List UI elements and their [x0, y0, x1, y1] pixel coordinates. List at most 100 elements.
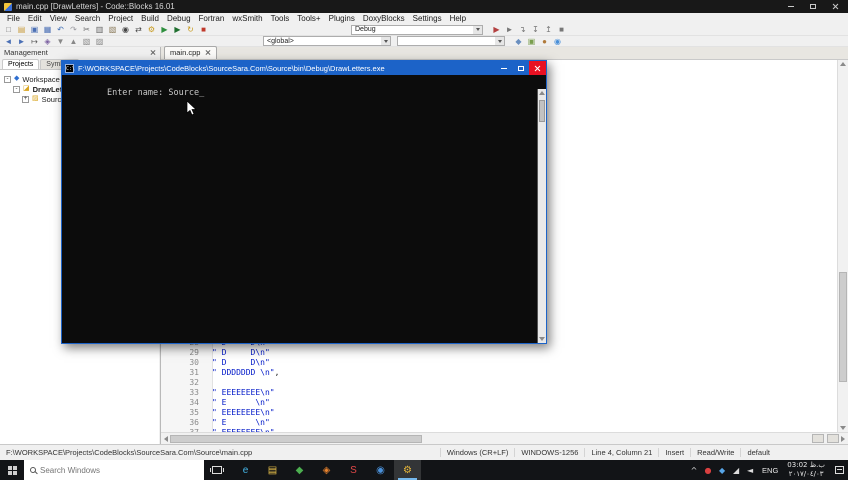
menu-plugins[interactable]: Plugins [325, 14, 359, 23]
menu-doxyblocks[interactable]: DoxyBlocks [359, 14, 409, 23]
scroll-down-icon[interactable] [840, 426, 846, 430]
console-maximize-icon[interactable] [512, 61, 529, 75]
editor-vertical-scrollbar[interactable] [837, 60, 848, 432]
scrollbar-thumb[interactable] [839, 272, 847, 382]
scroll-up-icon[interactable] [840, 62, 846, 66]
save-all-icon[interactable]: ▦ [42, 24, 53, 35]
open-file-icon[interactable]: ▤ [16, 24, 27, 35]
code-line[interactable]: 32 [161, 377, 837, 387]
code-line[interactable]: 34 " E \n" [161, 397, 837, 407]
volume-icon[interactable]: ◄ [743, 466, 757, 475]
maximize-icon[interactable] [806, 2, 820, 12]
menu-tools[interactable]: Tools [267, 14, 294, 23]
editor-split-button[interactable] [827, 434, 839, 443]
menu-edit[interactable]: Edit [24, 14, 46, 23]
run-to-cursor-icon[interactable]: ► [504, 24, 515, 35]
symbol-select[interactable] [397, 36, 505, 46]
console-window[interactable]: C:\ F:\WORKSPACE\Projects\CodeBlocks\Sou… [61, 60, 547, 344]
menu-build[interactable]: Build [137, 14, 163, 23]
menu-view[interactable]: View [46, 14, 71, 23]
console-close-icon[interactable] [529, 61, 546, 75]
uncomment-icon[interactable]: ▨ [94, 36, 105, 47]
info-icon[interactable]: ◉ [552, 36, 563, 47]
comment-icon[interactable]: ▧ [81, 36, 92, 47]
redo-icon[interactable]: ↷ [68, 24, 79, 35]
tab-projects[interactable]: Projects [2, 59, 40, 69]
code-line[interactable]: 31 " DDDDDDD \n" , [161, 367, 837, 377]
tray-shield-icon[interactable]: ◆ [715, 466, 729, 475]
undo-icon[interactable]: ↶ [55, 24, 66, 35]
scope-select[interactable]: <global> [263, 36, 391, 46]
menu-wxsmith[interactable]: wxSmith [228, 14, 266, 23]
save-icon[interactable]: ▣ [29, 24, 40, 35]
cut-icon[interactable]: ✂ [81, 24, 92, 35]
scrollbar-thumb[interactable] [539, 100, 545, 122]
doxyblocks-icon[interactable]: ◆ [513, 36, 524, 47]
taskbar-app-codeblocks[interactable]: ⚙ [394, 460, 421, 480]
find-icon[interactable]: ◉ [120, 24, 131, 35]
scroll-left-icon[interactable] [164, 435, 168, 442]
taskbar-app-file-explorer[interactable]: ▤ [259, 460, 286, 480]
taskbar-search[interactable] [24, 460, 204, 480]
collapse-icon[interactable]: - [13, 85, 20, 93]
replace-icon[interactable]: ⇄ [133, 24, 144, 35]
code-line[interactable]: 35 " EEEEEEEE\n" [161, 407, 837, 417]
build-target-select[interactable]: Debug [351, 24, 483, 35]
taskbar-app-edge[interactable]: e [232, 460, 259, 480]
menu-search[interactable]: Search [71, 14, 104, 23]
forward-icon[interactable]: ► [16, 36, 27, 47]
step-into-icon[interactable]: ↧ [530, 24, 541, 35]
editor-split-button[interactable] [812, 434, 824, 443]
console-minimize-icon[interactable] [495, 61, 512, 75]
language-indicator[interactable]: ENG [758, 466, 782, 475]
tab-main-cpp[interactable]: main.cpp [164, 46, 218, 59]
menu-fortran[interactable]: Fortran [195, 14, 229, 23]
run-icon[interactable]: ▶ [159, 24, 170, 35]
close-icon[interactable] [828, 2, 842, 12]
taskbar-app-blue[interactable]: ◉ [367, 460, 394, 480]
copy-icon[interactable]: ▥ [94, 24, 105, 35]
action-center-button[interactable] [830, 460, 848, 480]
scroll-up-icon[interactable] [539, 91, 545, 95]
new-file-icon[interactable]: □ [3, 24, 14, 35]
scroll-down-icon[interactable] [539, 337, 545, 341]
stop-debugger-icon[interactable]: ■ [556, 24, 567, 35]
console-titlebar[interactable]: C:\ F:\WORKSPACE\Projects\CodeBlocks\Sou… [62, 61, 546, 75]
bookmark-icon[interactable]: ◈ [42, 36, 53, 47]
build-and-run-icon[interactable]: ▶ [172, 24, 183, 35]
menu-help[interactable]: Help [446, 14, 470, 23]
menu-file[interactable]: File [3, 14, 24, 23]
start-button[interactable] [0, 460, 24, 480]
debug-run-icon[interactable]: ▶ [491, 24, 502, 35]
editor-horizontal-scrollbar[interactable] [161, 432, 848, 444]
code-line[interactable]: 33 " EEEEEEEE\n" [161, 387, 837, 397]
menu-debug[interactable]: Debug [163, 14, 195, 23]
back-icon[interactable]: ◄ [3, 36, 14, 47]
scrollbar-thumb[interactable] [170, 434, 422, 443]
collapse-icon[interactable]: - [4, 75, 11, 83]
step-out-icon[interactable]: ↥ [543, 24, 554, 35]
rebuild-icon[interactable]: ↻ [185, 24, 196, 35]
tray-notification-icon[interactable]: ● [701, 466, 715, 475]
code-line[interactable]: 36 " E \n" [161, 417, 837, 427]
search-input[interactable] [40, 465, 198, 475]
minimize-icon[interactable] [784, 2, 798, 12]
build-icon[interactable]: ⚙ [146, 24, 157, 35]
expand-icon[interactable]: + [22, 95, 29, 103]
wxsmith-icon[interactable]: ▣ [526, 36, 537, 47]
unfold-icon[interactable]: ▲ [68, 36, 79, 47]
console-output-area[interactable]: Enter name: Source_ [62, 75, 546, 343]
close-panel-icon[interactable] [150, 50, 156, 56]
scroll-right-icon[interactable] [841, 435, 845, 442]
close-tab-icon[interactable] [205, 50, 211, 56]
taskbar-app-red-s[interactable]: S [340, 460, 367, 480]
next-line-icon[interactable]: ↴ [517, 24, 528, 35]
code-line[interactable]: 30 " D D\n" [161, 357, 837, 367]
taskbar-app-green[interactable]: ◆ [286, 460, 313, 480]
tray-expand-icon[interactable]: ^ [687, 466, 701, 475]
goto-line-icon[interactable]: ↦ [29, 36, 40, 47]
task-view-button[interactable] [204, 460, 230, 480]
fortran-icon[interactable]: ● [539, 36, 550, 47]
code-line[interactable]: 29 " D D\n" [161, 347, 837, 357]
abort-icon[interactable]: ■ [198, 24, 209, 35]
